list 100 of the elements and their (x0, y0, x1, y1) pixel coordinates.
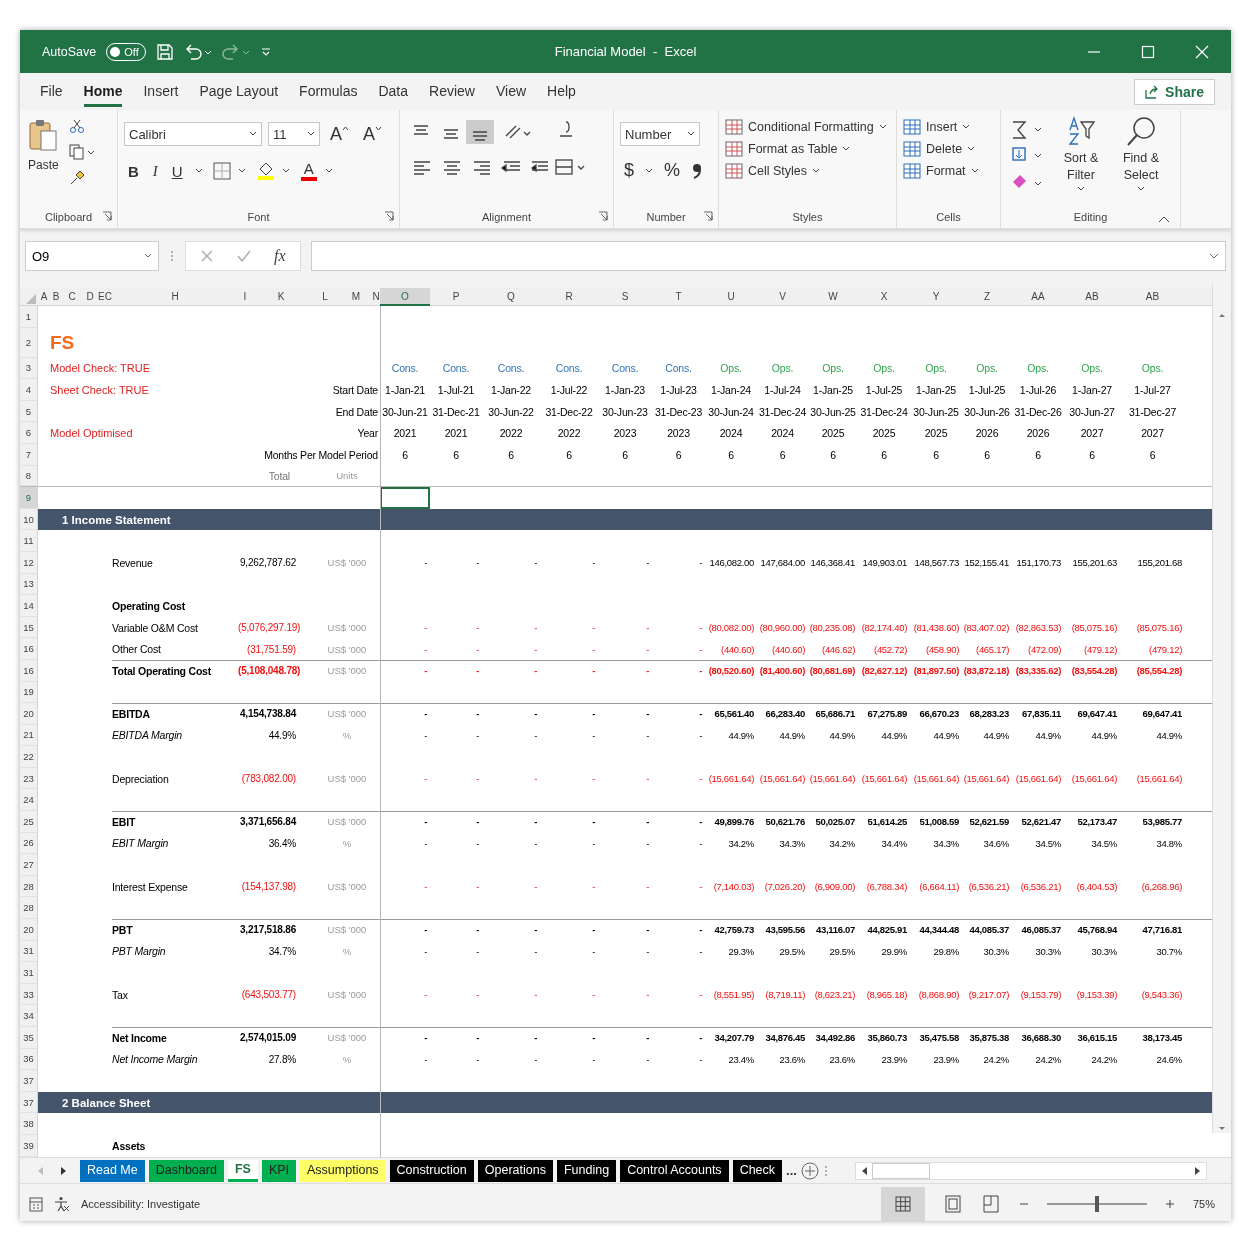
maximize-icon[interactable] (1141, 44, 1155, 59)
styles-menu-button[interactable]: Format as Table (725, 141, 851, 157)
row-number[interactable]: 37 (20, 1070, 38, 1092)
row-number[interactable]: 12 (20, 551, 38, 574)
font-style-button[interactable]: U (167, 162, 187, 180)
sheet-tab[interactable]: Check (732, 1159, 783, 1182)
page-break-view-icon[interactable] (980, 1195, 1001, 1213)
sheet-tab[interactable]: Funding (556, 1159, 617, 1182)
row-number[interactable]: 25 (20, 811, 38, 833)
percent-button[interactable]: % (660, 160, 685, 181)
next-sheet-icon[interactable] (58, 1165, 68, 1176)
column-header[interactable]: Z (962, 288, 1012, 306)
row-number[interactable]: 33 (20, 983, 38, 1006)
row-number[interactable]: 39 (20, 1134, 38, 1157)
copy-icon[interactable] (68, 144, 95, 160)
font-size-field[interactable]: 11 (268, 122, 320, 146)
sheet-tab[interactable]: KPI (261, 1159, 297, 1182)
row-number[interactable]: 35 (20, 1027, 38, 1049)
column-header[interactable]: O (380, 288, 430, 306)
column-header[interactable]: C (62, 288, 82, 306)
sheet-tab[interactable]: FS (227, 1159, 258, 1182)
row-number[interactable]: 16 (20, 638, 38, 660)
format-painter-icon[interactable] (68, 170, 85, 186)
accessibility-status[interactable]: Accessibility: Investigate (81, 1198, 201, 1210)
ribbon-tab[interactable]: View (495, 76, 527, 107)
row-number[interactable]: 28 (20, 897, 38, 920)
column-header[interactable]: B (50, 288, 62, 306)
sheet-tab[interactable]: Control Accounts (620, 1159, 729, 1182)
ribbon-tab[interactable]: Formulas (299, 76, 358, 107)
row-number[interactable]: 8 (20, 465, 38, 487)
zoom-percentage[interactable]: 75% (1192, 1198, 1215, 1210)
name-box[interactable]: O9 (25, 241, 159, 271)
column-header[interactable]: I (238, 288, 252, 306)
row-number[interactable]: 19 (20, 681, 38, 704)
row-number[interactable]: 31 (20, 940, 38, 963)
column-header[interactable]: AB (1064, 288, 1120, 306)
cells-menu-button[interactable]: Insert (903, 119, 971, 135)
row-number[interactable]: 20 (20, 703, 38, 725)
collapse-ribbon-icon[interactable] (1158, 215, 1170, 223)
row-number[interactable]: 4 (20, 379, 38, 401)
currency-button[interactable]: $ (620, 160, 638, 181)
font-style-button[interactable]: I (148, 162, 162, 180)
column-header[interactable]: Q (482, 288, 540, 306)
styles-menu-button[interactable]: Conditional Formatting (725, 119, 887, 135)
row-number[interactable]: 9 (20, 487, 38, 509)
cells-menu-button[interactable]: Format (903, 163, 979, 179)
grow-font-button[interactable]: A (326, 123, 353, 145)
column-header[interactable]: S (598, 288, 652, 306)
row-number[interactable]: 3 (20, 357, 38, 380)
close-icon[interactable] (1195, 44, 1209, 59)
ribbon-tab[interactable]: Help (547, 76, 576, 107)
macro-recorder-icon[interactable] (29, 1196, 43, 1212)
share-button[interactable]: Share (1134, 78, 1215, 105)
redo-icon[interactable] (221, 42, 250, 61)
styles-menu-button[interactable]: Cell Styles (725, 163, 821, 179)
row-number[interactable]: 20 (20, 919, 38, 941)
row-number[interactable]: 22 (20, 746, 38, 768)
column-header[interactable]: A (38, 288, 50, 306)
row-number[interactable]: 31 (20, 962, 38, 984)
column-header[interactable]: AA (1012, 288, 1064, 306)
number-format-field[interactable]: Number (620, 122, 700, 146)
ribbon-tab[interactable]: Data (378, 76, 409, 107)
dialog-launcher-icon[interactable] (384, 211, 394, 221)
dialog-launcher-icon[interactable] (102, 211, 112, 221)
row-number[interactable]: 16 (20, 659, 38, 682)
column-header[interactable]: P (430, 288, 482, 306)
row-number[interactable]: 7 (20, 443, 38, 466)
dialog-launcher-icon[interactable] (703, 211, 713, 221)
zoom-in-icon[interactable] (1164, 1199, 1175, 1209)
shrink-font-button[interactable]: A (359, 123, 387, 145)
sheet-tab[interactable]: Assumptions (300, 1159, 386, 1182)
caret-icon[interactable] (644, 166, 654, 175)
scissors-icon[interactable] (68, 118, 85, 134)
sheet-tab[interactable]: Dashboard (148, 1159, 224, 1182)
row-number[interactable]: 21 (20, 724, 38, 747)
row-number[interactable]: 26 (20, 832, 38, 855)
row-number[interactable]: 11 (20, 530, 38, 552)
column-header[interactable]: Y (910, 288, 962, 306)
sheet-tab[interactable]: Operations (477, 1159, 553, 1182)
column-header[interactable]: AB (1120, 288, 1185, 306)
column-header[interactable]: R (540, 288, 598, 306)
formula-input[interactable] (310, 241, 1226, 271)
horizontal-scrollbar[interactable] (854, 1161, 1207, 1180)
column-header[interactable]: K (252, 288, 310, 306)
row-number[interactable]: 23 (20, 767, 38, 790)
column-header[interactable]: T (652, 288, 705, 306)
row-number[interactable]: 1 (20, 306, 38, 328)
row-number[interactable]: 10 (20, 508, 38, 531)
row-number[interactable]: 38 (20, 1113, 38, 1135)
cells-menu-button[interactable]: Delete (903, 141, 976, 157)
column-header[interactable]: EC (98, 288, 112, 306)
ribbon-tab[interactable]: Page Layout (199, 76, 279, 107)
column-header[interactable]: N (372, 288, 380, 306)
ribbon-tab[interactable]: Insert (143, 76, 179, 107)
scroll-up-icon[interactable] (1217, 311, 1227, 319)
column-header[interactable]: W (808, 288, 858, 306)
ribbon-tab[interactable]: Review (429, 76, 475, 107)
ribbon-tab[interactable]: Home (83, 76, 123, 107)
row-number[interactable]: 13 (20, 573, 38, 596)
row-number[interactable]: 5 (20, 400, 38, 423)
